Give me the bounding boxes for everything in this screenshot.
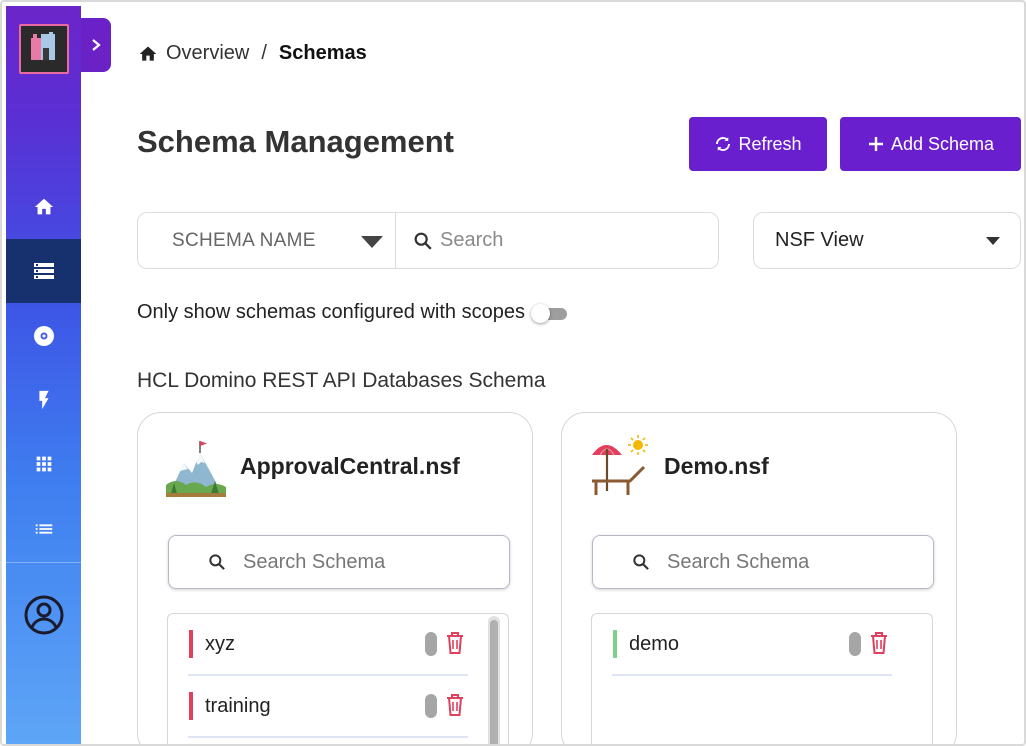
schema-list-item[interactable]: demo [592, 614, 904, 676]
scope-filter-label: Only show schemas configured with scopes [137, 301, 525, 323]
schema-status-bar [613, 630, 617, 658]
refresh-icon [716, 137, 731, 151]
filter-field-select[interactable]: SCHEMA NAME [138, 213, 396, 268]
trash-icon[interactable] [868, 630, 890, 656]
caret-down-icon [361, 236, 383, 248]
schema-name: training [205, 695, 271, 717]
schema-name: demo [629, 633, 680, 655]
home-icon[interactable] [138, 44, 158, 64]
schema-toggle[interactable] [849, 632, 861, 656]
schema-toggle[interactable] [425, 632, 437, 656]
filter-field-label: SCHEMA NAME [172, 229, 316, 251]
refresh-button[interactable]: Refresh [689, 117, 827, 171]
logo-icon [31, 32, 55, 60]
search-icon [209, 554, 225, 570]
search-icon [633, 554, 649, 570]
nav-home[interactable] [6, 175, 81, 239]
breadcrumb-separator: / [261, 42, 267, 64]
bolt-icon [38, 390, 49, 410]
schema-list-item[interactable]: xyz [168, 614, 480, 676]
database-title[interactable]: Demo.nsf [664, 453, 769, 480]
schema-list: xyz training [167, 613, 509, 744]
scrollbar-thumb[interactable] [490, 620, 498, 744]
storage-icon [33, 263, 54, 279]
schema-name: xyz [205, 633, 235, 655]
database-card: Demo.nsf demo [561, 412, 957, 744]
schema-toggle[interactable] [425, 694, 437, 718]
list-scrollbar[interactable] [488, 616, 500, 744]
add-schema-label: Add Schema [890, 133, 995, 154]
trash-icon[interactable] [444, 630, 466, 656]
sidebar-divider [6, 562, 81, 563]
schema-search-field [168, 535, 510, 589]
scope-filter-row: Only show schemas configured with scopes [137, 301, 569, 324]
nav-list[interactable] [6, 497, 81, 561]
schema-search-input[interactable] [243, 550, 483, 574]
schema-search-input[interactable] [667, 550, 907, 574]
page-title: Schema Management [137, 124, 454, 159]
database-title[interactable]: ApprovalCentral.nsf [240, 453, 460, 480]
section-title: HCL Domino REST API Databases Schema [137, 369, 546, 392]
trash-icon[interactable] [444, 692, 466, 718]
schema-divider [612, 674, 892, 676]
mountain-icon [166, 441, 226, 497]
schema-status-bar [189, 630, 193, 658]
beach-chair-icon [592, 435, 648, 495]
database-card: ApprovalCentral.nsf xyz training [137, 412, 533, 744]
filter-search-input[interactable] [440, 229, 700, 252]
nav-account[interactable] [6, 583, 81, 647]
scope-filter-toggle[interactable] [529, 302, 569, 324]
schema-filter-bar: SCHEMA NAME [137, 212, 719, 269]
breadcrumb-overview-link[interactable]: Overview [166, 42, 249, 65]
disc-icon [33, 326, 54, 346]
schema-divider [188, 736, 468, 738]
nav-disc[interactable] [6, 304, 81, 368]
list-icon [35, 524, 52, 534]
view-select-value: NSF View [775, 229, 864, 251]
schema-search-field [592, 535, 934, 589]
home-icon [34, 198, 53, 215]
chevron-right-icon [92, 39, 101, 51]
breadcrumb-current: Schemas [278, 42, 367, 64]
sidebar-expand-button[interactable] [81, 18, 111, 72]
toggle-knob [530, 303, 550, 323]
add-schema-button[interactable]: Add Schema [840, 117, 1021, 171]
view-select[interactable]: NSF View [753, 212, 1021, 269]
search-icon [414, 232, 432, 250]
breadcrumb: Overview / Schemas [138, 42, 367, 65]
nav-apps[interactable] [6, 432, 81, 496]
schema-list-item[interactable]: training [168, 676, 480, 738]
app-window: Overview / Schemas Schema Management Ref… [0, 0, 1026, 746]
apps-grid-icon [36, 456, 51, 472]
app-logo[interactable] [19, 24, 69, 74]
account-circle-icon [24, 595, 63, 635]
nav-schemas[interactable] [6, 239, 81, 303]
sidebar [6, 6, 81, 744]
schema-list: demo [591, 613, 933, 744]
refresh-label: Refresh [738, 133, 802, 154]
nav-bolt[interactable] [6, 368, 81, 432]
plus-icon [868, 137, 883, 151]
caret-down-icon [986, 237, 1000, 245]
filter-search-container [396, 213, 718, 268]
schema-status-bar [189, 692, 193, 720]
